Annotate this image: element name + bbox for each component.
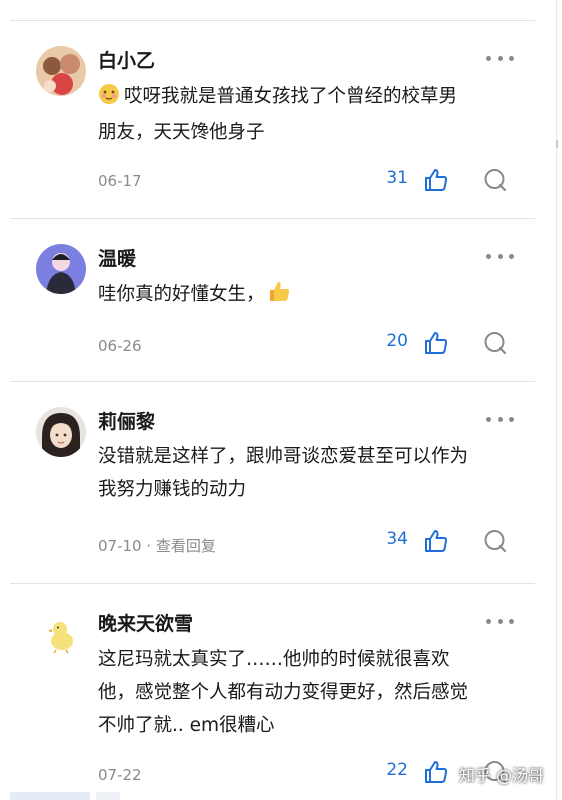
like-icon[interactable] [423, 528, 449, 554]
avatar[interactable] [36, 244, 86, 294]
thumbs-up-emoji [267, 279, 291, 314]
comment-author[interactable]: 晚来天欲雪 [98, 609, 193, 636]
more-options-icon[interactable] [486, 616, 514, 626]
avatar[interactable] [36, 46, 86, 96]
duck-avatar-icon [36, 609, 86, 659]
divider [10, 583, 535, 584]
comment-text-line: 没错就是这样了，跟帅哥谈恋爱甚至可以作为 [98, 446, 469, 467]
more-options-icon[interactable] [486, 251, 514, 261]
comment-date-view-replies[interactable]: 07-10 · 查看回复 [98, 535, 216, 556]
comment-author[interactable]: 温暖 [98, 244, 136, 271]
blush-face-emoji [98, 83, 120, 116]
comment-text: 没错就是这样了，跟帅哥谈恋爱甚至可以作为 我努力赚钱的动力 [98, 440, 518, 506]
avatar-image-icon [36, 407, 86, 457]
reply-icon[interactable] [482, 167, 508, 193]
bottom-tab-bar[interactable] [10, 792, 90, 800]
more-options-icon[interactable] [486, 53, 514, 63]
comment-list-page: 白小乙 哎呀我就是普通女孩找了个曾经的校草男 朋友，天天馋他身子 06-17 3… [0, 0, 562, 800]
reply-icon[interactable] [482, 330, 508, 356]
like-count: 31 [386, 168, 408, 188]
avatar[interactable] [36, 407, 86, 457]
divider [10, 20, 535, 21]
divider [10, 218, 535, 219]
comment-text-line: 哇你真的好懂女生， [98, 284, 265, 305]
comment-text: 哇你真的好懂女生， [98, 278, 518, 314]
comment-text-line: 不帅了就.. em很糟心 [98, 715, 275, 736]
bottom-tab-bar-secondary[interactable] [96, 792, 120, 800]
comment-text-line: 这尼玛就太真实了……他帅的时候就很喜欢 [98, 649, 450, 670]
comment-date: 06-17 [98, 172, 142, 190]
like-count: 20 [386, 331, 408, 351]
comment-text-line: 哎呀我就是普通女孩找了个曾经的校草男 [124, 86, 458, 107]
reply-icon[interactable] [482, 528, 508, 554]
comment-author[interactable]: 白小乙 [98, 46, 155, 73]
comment-text-line: 我努力赚钱的动力 [98, 479, 247, 500]
comment-date: 07-22 [98, 766, 142, 784]
like-icon[interactable] [423, 759, 449, 785]
like-count: 34 [386, 529, 408, 549]
like-icon[interactable] [423, 167, 449, 193]
divider [10, 381, 535, 382]
scrollbar-track [556, 0, 557, 800]
comment-text-line: 他，感觉整个人都有动力变得更好，然后感觉 [98, 682, 469, 703]
more-options-icon[interactable] [486, 414, 514, 424]
comment-text: 哎呀我就是普通女孩找了个曾经的校草男 朋友，天天馋他身子 [98, 80, 518, 149]
avatar-image-icon [36, 46, 86, 96]
comment-text: 这尼玛就太真实了……他帅的时候就很喜欢 他，感觉整个人都有动力变得更好，然后感觉… [98, 643, 518, 742]
comment-author[interactable]: 莉俪黎 [98, 407, 155, 434]
avatar[interactable] [36, 609, 86, 659]
scrollbar-thumb[interactable] [556, 140, 558, 148]
like-count: 22 [386, 760, 408, 780]
avatar-image-icon [36, 244, 86, 294]
watermark: 知乎 @汤哥 [459, 766, 545, 785]
comment-text-line: 朋友，天天馋他身子 [98, 122, 265, 143]
comment-date: 06-26 [98, 337, 142, 355]
like-icon[interactable] [423, 330, 449, 356]
